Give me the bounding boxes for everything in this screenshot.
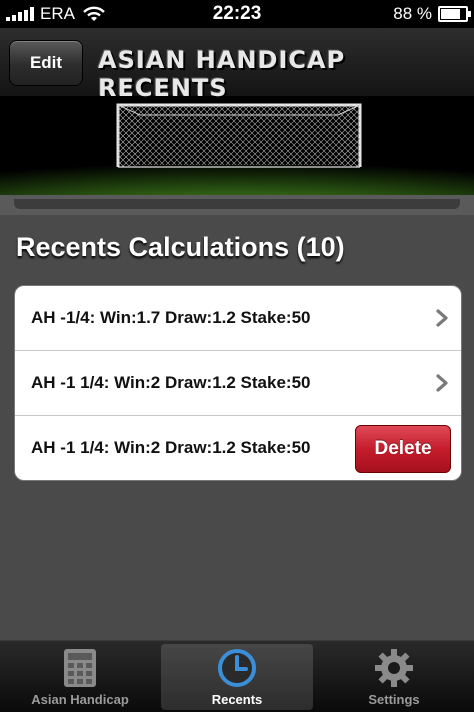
list-item[interactable]: AH -1 1/4: Win:2 Draw:1.2 Stake:50 Delet… bbox=[15, 416, 461, 480]
delete-button[interactable]: Delete bbox=[355, 425, 451, 473]
list-item[interactable]: AH -1 1/4: Win:2 Draw:1.2 Stake:50 bbox=[15, 351, 461, 415]
clock-icon bbox=[218, 649, 256, 687]
list-item-label: AH -1 1/4: Win:2 Draw:1.2 Stake:50 bbox=[31, 438, 311, 457]
tab-label: Asian Handicap bbox=[31, 692, 129, 707]
tab-bar: Asian Handicap Recents Settings bbox=[0, 640, 474, 712]
status-right: 88 % bbox=[393, 4, 471, 24]
tab-label: Recents bbox=[211, 692, 263, 707]
list-item[interactable]: AH -1/4: Win:1.7 Draw:1.2 Stake:50 bbox=[15, 286, 461, 350]
battery-icon bbox=[438, 6, 471, 22]
tab-recents[interactable]: Recents bbox=[161, 644, 313, 710]
chevron-right-icon bbox=[436, 309, 448, 327]
tab-label: Settings bbox=[368, 692, 420, 707]
banner-image bbox=[0, 97, 474, 195]
calculator-icon bbox=[64, 649, 96, 687]
gear-icon bbox=[375, 649, 413, 687]
section-title: Recents Calculations (10) bbox=[16, 232, 345, 262]
banner-shadow-panel bbox=[0, 195, 474, 215]
edit-button[interactable]: Edit bbox=[9, 40, 83, 86]
recents-list: AH -1/4: Win:1.7 Draw:1.2 Stake:50 AH -1… bbox=[14, 285, 462, 481]
list-item-label: AH -1/4: Win:1.7 Draw:1.2 Stake:50 bbox=[31, 308, 311, 327]
list-item-label: AH -1 1/4: Win:2 Draw:1.2 Stake:50 bbox=[31, 373, 311, 392]
soccer-goal-illustration bbox=[0, 97, 474, 195]
navigation-bar: Edit ASIAN HANDICAP RECENTS bbox=[0, 28, 474, 102]
tab-settings[interactable]: Settings bbox=[318, 644, 470, 710]
battery-percent: 88 % bbox=[393, 4, 432, 23]
page-title: ASIAN HANDICAP RECENTS bbox=[98, 46, 346, 102]
chevron-right-icon bbox=[436, 374, 448, 392]
tab-asian-handicap[interactable]: Asian Handicap bbox=[4, 644, 156, 710]
status-bar: ERA 22:23 88 % bbox=[0, 0, 474, 28]
